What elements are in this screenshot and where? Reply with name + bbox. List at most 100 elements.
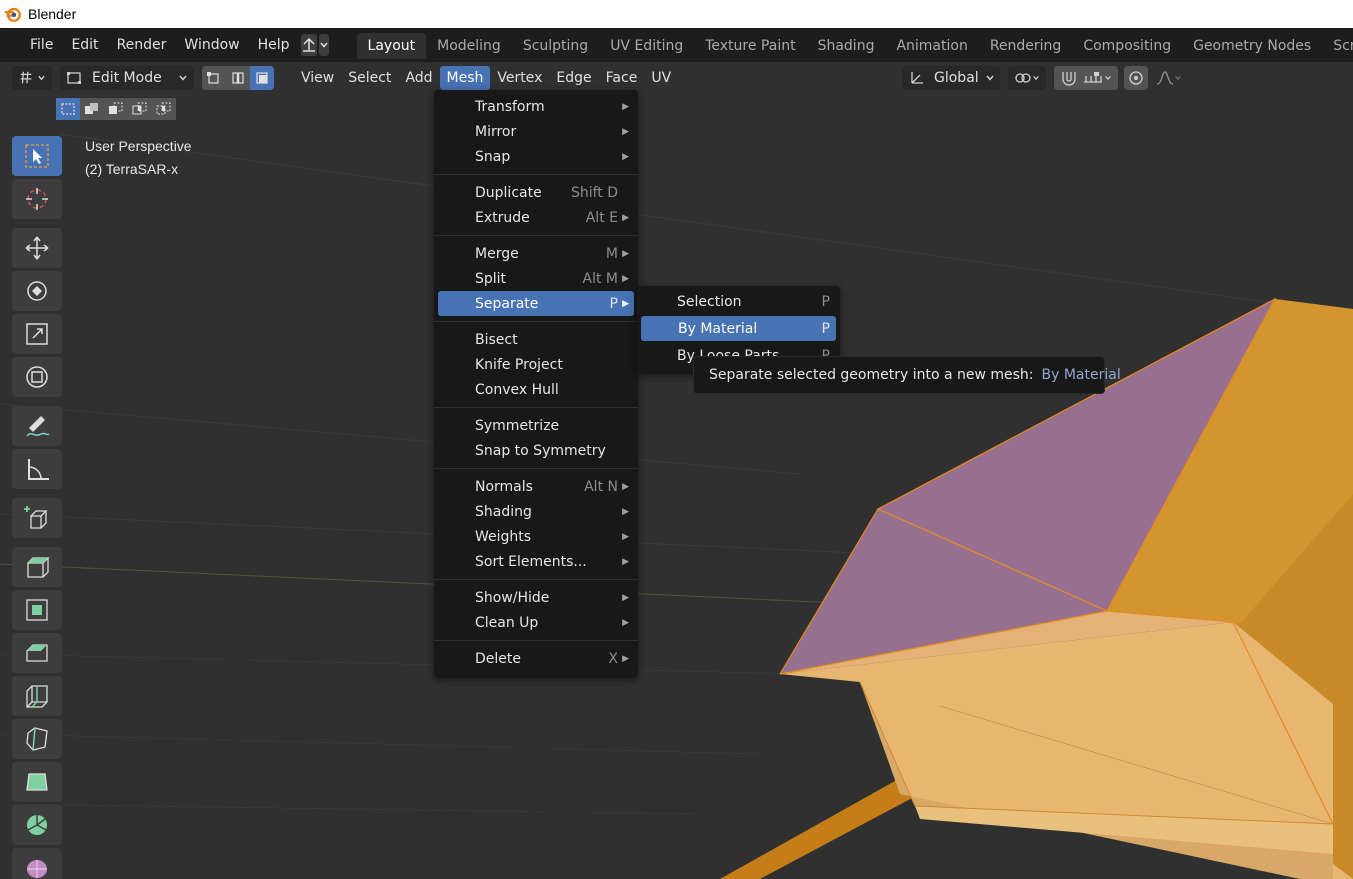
poly-build-tool[interactable] <box>12 762 62 802</box>
blender-logo-icon <box>4 7 21 22</box>
tab-sculpting[interactable]: Sculpting <box>512 33 599 59</box>
menu-item-knife-project[interactable]: Knife Project <box>434 352 638 377</box>
menu-separator <box>434 235 638 236</box>
menu-item-duplicate[interactable]: Duplicate Shift D <box>434 180 638 205</box>
select-extend-icon[interactable] <box>80 98 104 120</box>
menu-item-label: Separate <box>475 295 539 312</box>
menu-item-transform[interactable]: Transform ▶ <box>434 94 638 119</box>
tab-geometry-nodes[interactable]: Geometry Nodes <box>1182 33 1322 59</box>
shortcut-label: Shift D <box>570 184 618 201</box>
submenu-arrow-icon: ▶ <box>622 212 629 223</box>
annotate-tool[interactable] <box>12 406 62 446</box>
header-menu-select[interactable]: Select <box>341 66 398 90</box>
menu-item-split[interactable]: Split Alt M ▶ <box>434 266 638 291</box>
menu-item-shading[interactable]: Shading ▶ <box>434 499 638 524</box>
smooth-icon <box>27 860 47 878</box>
menu-item-snap-to-symmetry[interactable]: Snap to Symmetry <box>434 438 638 463</box>
tab-modeling[interactable]: Modeling <box>426 33 512 59</box>
tab-animation[interactable]: Animation <box>885 33 978 59</box>
falloff-dropdown[interactable] <box>1150 66 1188 90</box>
menu-item-sort-elements[interactable]: Sort Elements... ▶ <box>434 549 638 574</box>
select-new-icon[interactable] <box>56 98 80 120</box>
upload-icon[interactable] <box>300 34 317 56</box>
tab-layout[interactable]: Layout <box>356 33 427 59</box>
menu-file[interactable]: File <box>21 33 62 57</box>
menu-item-mirror[interactable]: Mirror ▶ <box>434 119 638 144</box>
knife-tool[interactable] <box>12 719 62 759</box>
mode-dropdown[interactable]: Edit Mode <box>60 66 194 90</box>
submenu-arrow-icon: ▶ <box>622 506 629 517</box>
tab-rendering[interactable]: Rendering <box>979 33 1073 59</box>
menu-item-extrude[interactable]: Extrude Alt E ▶ <box>434 205 638 230</box>
menu-item-snap[interactable]: Snap ▶ <box>434 144 638 169</box>
menu-item-delete[interactable]: Delete X ▶ <box>434 646 638 671</box>
3d-cursor-icon <box>26 188 48 210</box>
tab-compositing[interactable]: Compositing <box>1072 33 1182 59</box>
header-menu-face[interactable]: Face <box>599 66 645 90</box>
tab-texture-paint[interactable]: Texture Paint <box>694 33 806 59</box>
loop-cut-tool[interactable] <box>12 676 62 716</box>
menu-item-label: Snap <box>475 148 511 165</box>
orientation-icon <box>911 72 923 84</box>
select-invert-icon[interactable] <box>128 98 152 120</box>
magnet-icon <box>1062 72 1076 86</box>
menu-item-symmetrize[interactable]: Symmetrize <box>434 413 638 438</box>
scale-tool[interactable] <box>12 314 62 354</box>
header-menu-uv[interactable]: UV <box>644 66 678 90</box>
select-subtract-icon[interactable] <box>104 98 128 120</box>
proportional-edit-toggle[interactable] <box>1124 66 1148 90</box>
submenu-item-by-material[interactable]: By Material P <box>641 316 836 341</box>
3d-viewport[interactable] <box>0 94 1353 879</box>
menu-item-bisect[interactable]: Bisect <box>434 327 638 352</box>
menu-item-convex-hull[interactable]: Convex Hull <box>434 377 638 402</box>
editor-type-dropdown[interactable] <box>12 66 52 90</box>
menu-item-clean-up[interactable]: Clean Up ▶ <box>434 610 638 635</box>
menu-item-weights[interactable]: Weights ▶ <box>434 524 638 549</box>
menu-item-label: Shading <box>475 503 532 520</box>
shortcut-label: Alt N <box>584 478 618 495</box>
menu-render[interactable]: Render <box>108 33 176 57</box>
transform-orientation-dropdown[interactable]: Global <box>902 66 1000 90</box>
bevel-tool[interactable] <box>12 633 62 673</box>
cursor-tool[interactable] <box>12 179 62 219</box>
knife-icon <box>26 727 48 751</box>
loop-cut-icon <box>26 685 48 708</box>
tab-shading[interactable]: Shading <box>807 33 886 59</box>
menu-item-show-hide[interactable]: Show/Hide ▶ <box>434 585 638 610</box>
measure-tool[interactable] <box>12 449 62 489</box>
add-cube-tool[interactable] <box>12 498 62 538</box>
tab-uv-editing[interactable]: UV Editing <box>599 33 694 59</box>
menu-window[interactable]: Window <box>175 33 248 57</box>
chevron-down-icon[interactable] <box>318 34 329 56</box>
submenu-item-selection[interactable]: Selection P <box>637 289 840 314</box>
select-intersect-icon[interactable] <box>152 98 176 120</box>
transform-tool[interactable] <box>12 357 62 397</box>
edge-select-icon[interactable] <box>226 66 250 90</box>
chevron-down-icon <box>1033 76 1039 81</box>
menu-item-normals[interactable]: Normals Alt N ▶ <box>434 474 638 499</box>
move-tool[interactable] <box>12 228 62 268</box>
inset-tool[interactable] <box>12 590 62 630</box>
select-box-tool[interactable] <box>12 136 62 176</box>
menu-item-label: Symmetrize <box>475 417 560 434</box>
menu-item-merge[interactable]: Merge M ▶ <box>434 241 638 266</box>
header-menu-edge[interactable]: Edge <box>549 66 598 90</box>
header-menu-vertex[interactable]: Vertex <box>490 66 549 90</box>
pivot-dropdown[interactable] <box>1008 66 1046 90</box>
rotate-tool[interactable] <box>12 271 62 311</box>
menu-item-label: Merge <box>475 245 519 262</box>
header-menu-add[interactable]: Add <box>398 66 439 90</box>
header-menu-mesh[interactable]: Mesh <box>439 66 491 90</box>
menu-help[interactable]: Help <box>249 33 299 57</box>
face-select-icon[interactable] <box>250 66 274 90</box>
tab-scripting[interactable]: Scripting <box>1322 33 1353 59</box>
smooth-tool[interactable] <box>12 848 62 879</box>
spin-tool[interactable] <box>12 805 62 845</box>
menu-edit[interactable]: Edit <box>62 33 107 57</box>
header-menu-view[interactable]: View <box>294 66 341 90</box>
menu-item-separate[interactable]: Separate P ▶ <box>438 291 634 316</box>
vertex-select-icon[interactable] <box>202 66 226 90</box>
extrude-tool[interactable] <box>12 547 62 587</box>
snap-toggle[interactable] <box>1054 66 1118 90</box>
mesh-menu: Transform ▶ Mirror ▶ Snap ▶ Duplicate Shift D Ex… <box>434 90 638 678</box>
